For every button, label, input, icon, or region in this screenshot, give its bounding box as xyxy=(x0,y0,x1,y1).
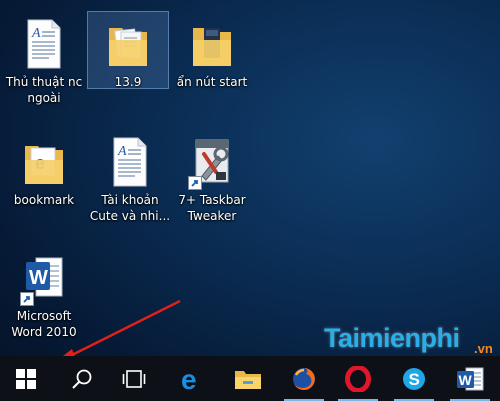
skype-button[interactable]: S xyxy=(390,356,438,401)
folder-icon xyxy=(235,370,261,389)
task-view-button[interactable] xyxy=(110,356,158,401)
word-icon: W xyxy=(457,367,484,390)
windows-logo-icon xyxy=(16,368,36,389)
watermark-brand: Taimienphi xyxy=(324,323,460,353)
search-icon xyxy=(72,369,92,389)
svg-text:e: e xyxy=(181,366,197,392)
svg-text:S: S xyxy=(409,370,420,389)
desktop: A Thủ thuật nc ngoài 13.9 ẩn nút start b… xyxy=(0,0,500,366)
taskbar: e S W xyxy=(0,356,500,401)
opera-icon xyxy=(345,365,371,392)
watermark-suffix: .vn xyxy=(474,341,493,356)
edge-icon: e xyxy=(181,366,197,392)
file-explorer-button[interactable] xyxy=(224,356,272,401)
svg-text:W: W xyxy=(459,372,473,388)
firefox-button[interactable] xyxy=(280,356,328,401)
opera-button[interactable] xyxy=(334,356,382,401)
skype-icon: S xyxy=(403,367,425,390)
word-button[interactable]: W xyxy=(446,356,494,401)
start-button[interactable] xyxy=(2,356,50,401)
edge-button[interactable]: e xyxy=(168,356,216,401)
task-view-icon xyxy=(122,369,146,388)
firefox-icon xyxy=(293,367,315,390)
search-button[interactable] xyxy=(58,356,106,401)
